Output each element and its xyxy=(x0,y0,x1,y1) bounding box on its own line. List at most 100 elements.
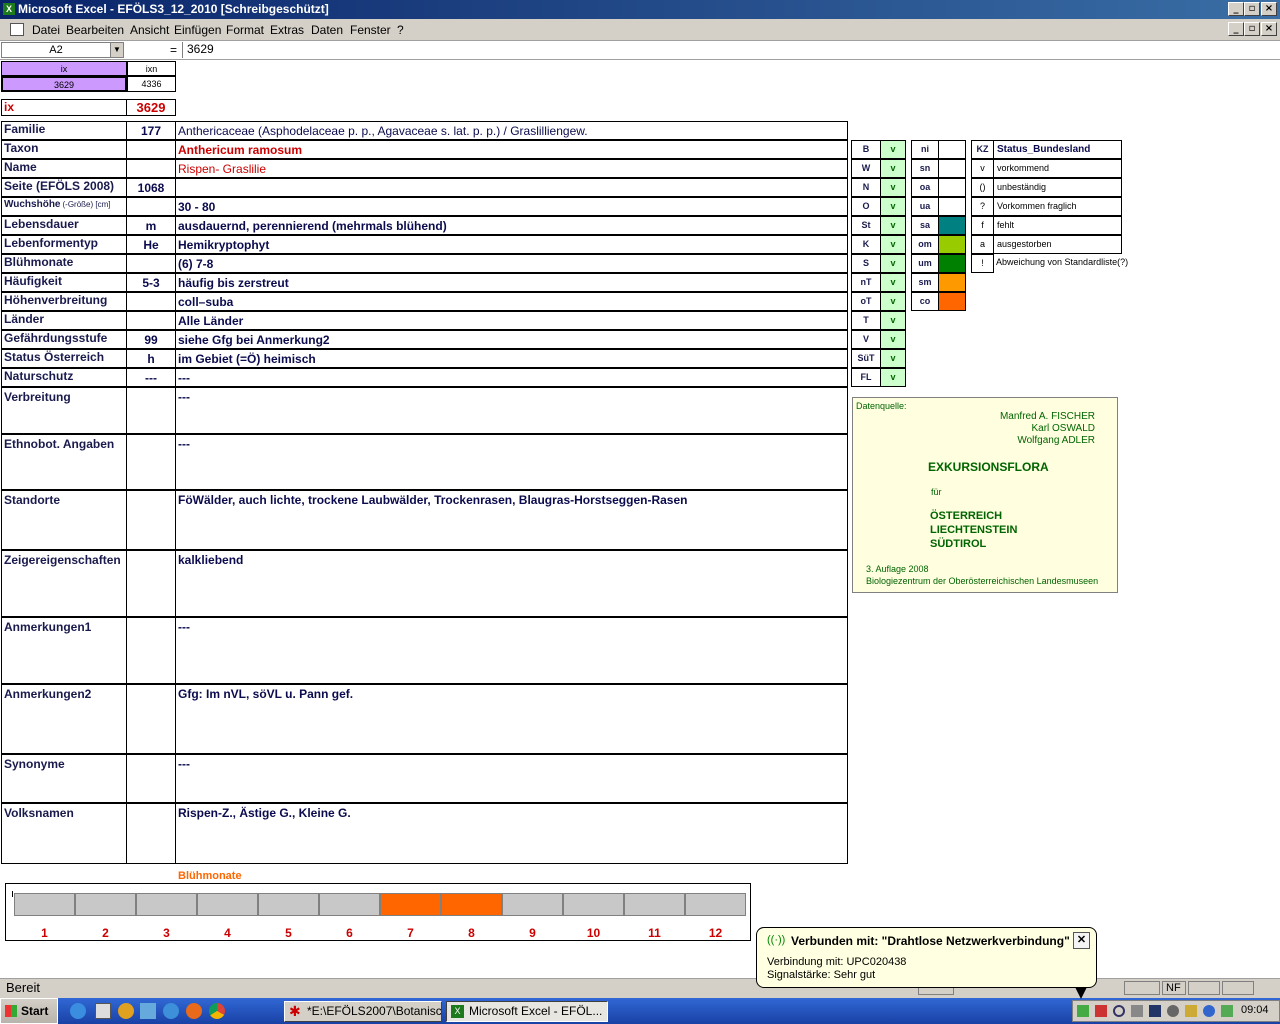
row-label[interactable]: Gefährdungsstufe xyxy=(1,330,127,349)
state-key[interactable]: S xyxy=(851,254,881,273)
sheet-icon[interactable] xyxy=(10,23,24,36)
state-value[interactable]: v xyxy=(880,273,906,292)
state-key[interactable]: T xyxy=(851,311,881,330)
row-value[interactable]: Alle Länder xyxy=(175,311,848,330)
row-label[interactable]: Wuchshöhe (-Größe) [cm] xyxy=(1,197,127,216)
altitude-color[interactable] xyxy=(938,273,966,292)
row-value[interactable] xyxy=(175,178,848,197)
messenger-quicklaunch-icon[interactable] xyxy=(140,1003,156,1019)
close-button[interactable]: × xyxy=(1261,2,1277,16)
row-code[interactable]: 5-3 xyxy=(126,273,176,292)
doc-restore-button[interactable]: ▫ xyxy=(1244,22,1260,36)
tall-row-value[interactable]: Gfg: Im nVL, söVL u. Pann gef. xyxy=(175,684,848,754)
row-value[interactable]: Anthericum ramosum xyxy=(175,140,848,159)
altitude-key[interactable]: um xyxy=(911,254,939,273)
state-value[interactable]: v xyxy=(880,216,906,235)
row-value[interactable]: häufig bis zerstreut xyxy=(175,273,848,292)
row-label[interactable]: Blühmonate xyxy=(1,254,127,273)
row-code[interactable] xyxy=(126,140,176,159)
row-code[interactable]: m xyxy=(126,216,176,235)
tall-row-label[interactable]: Standorte xyxy=(1,490,127,550)
state-key[interactable]: N xyxy=(851,178,881,197)
shield-icon[interactable] xyxy=(1095,1005,1107,1017)
altitude-key[interactable]: co xyxy=(911,292,939,311)
ix-big-value[interactable]: 3629 xyxy=(126,99,176,116)
ix-value-cell[interactable]: 3629 xyxy=(1,76,127,92)
state-value[interactable]: v xyxy=(880,178,906,197)
tall-row-value[interactable]: --- xyxy=(175,387,848,434)
row-label[interactable]: Lebensdauer xyxy=(1,216,127,235)
ix-header[interactable]: ix xyxy=(1,61,127,76)
state-key[interactable]: K xyxy=(851,235,881,254)
row-value[interactable]: Hemikryptophyt xyxy=(175,235,848,254)
row-label[interactable]: Taxon xyxy=(1,140,127,159)
altitude-color[interactable] xyxy=(938,235,966,254)
media-quicklaunch-icon[interactable] xyxy=(118,1003,134,1019)
state-key[interactable]: oT xyxy=(851,292,881,311)
tall-row-code[interactable] xyxy=(126,803,176,864)
menu-datei[interactable]: Datei xyxy=(32,23,60,37)
tall-row-label[interactable]: Ethnobot. Angaben xyxy=(1,434,127,490)
row-value[interactable]: coll–suba xyxy=(175,292,848,311)
tall-row-label[interactable]: Volksnamen xyxy=(1,803,127,864)
state-key[interactable]: nT xyxy=(851,273,881,292)
row-code[interactable]: 99 xyxy=(126,330,176,349)
altitude-color[interactable] xyxy=(938,159,966,178)
state-value[interactable]: v xyxy=(880,311,906,330)
state-value[interactable]: v xyxy=(880,159,906,178)
ix-label-cell[interactable]: ix xyxy=(1,99,127,116)
row-code[interactable] xyxy=(126,311,176,330)
altitude-color[interactable] xyxy=(938,292,966,311)
task-excel[interactable]: X Microsoft Excel - EFÖL... xyxy=(446,1001,608,1022)
altitude-color[interactable] xyxy=(938,178,966,197)
state-key[interactable]: V xyxy=(851,330,881,349)
row-label[interactable]: Seite (EFÖLS 2008) xyxy=(1,178,127,197)
row-code[interactable]: h xyxy=(126,349,176,368)
altitude-color[interactable] xyxy=(938,197,966,216)
menu-bearbeiten[interactable]: Bearbeiten xyxy=(66,23,124,37)
row-value[interactable]: 30 - 80 xyxy=(175,197,848,216)
altitude-color[interactable] xyxy=(938,140,966,159)
tall-row-code[interactable] xyxy=(126,387,176,434)
state-value[interactable]: v xyxy=(880,330,906,349)
row-code[interactable] xyxy=(126,254,176,273)
volume-icon[interactable] xyxy=(1185,1005,1197,1017)
row-code[interactable]: He xyxy=(126,235,176,254)
clock[interactable]: 09:04 xyxy=(1241,1004,1269,1016)
state-value[interactable]: v xyxy=(880,368,906,387)
altitude-key[interactable]: om xyxy=(911,235,939,254)
state-value[interactable]: v xyxy=(880,197,906,216)
row-code[interactable] xyxy=(126,292,176,311)
state-value[interactable]: v xyxy=(880,235,906,254)
state-value[interactable]: v xyxy=(880,140,906,159)
ixn-value-cell[interactable]: 4336 xyxy=(127,76,176,92)
row-label[interactable]: Lebenformentyp xyxy=(1,235,127,254)
tall-row-code[interactable] xyxy=(126,434,176,490)
altitude-color[interactable] xyxy=(938,216,966,235)
state-key[interactable]: W xyxy=(851,159,881,178)
menu-ansicht[interactable]: Ansicht xyxy=(130,23,169,37)
tall-row-value[interactable]: kalkliebend xyxy=(175,550,848,617)
tall-row-value[interactable]: --- xyxy=(175,754,848,803)
ixn-header[interactable]: ixn xyxy=(127,61,176,76)
tall-row-code[interactable] xyxy=(126,754,176,803)
state-key[interactable]: St xyxy=(851,216,881,235)
tall-row-value[interactable]: --- xyxy=(175,434,848,490)
chrome-quicklaunch-icon[interactable] xyxy=(209,1003,225,1019)
menu-help[interactable]: ? xyxy=(397,23,404,37)
row-label[interactable]: Status Österreich xyxy=(1,349,127,368)
state-key[interactable]: O xyxy=(851,197,881,216)
state-value[interactable]: v xyxy=(880,292,906,311)
browser-quicklaunch-icon[interactable] xyxy=(163,1003,179,1019)
state-key[interactable]: SüT xyxy=(851,349,881,368)
tall-row-label[interactable]: Synonyme xyxy=(1,754,127,803)
tall-row-value[interactable]: FöWälder, auch lichte, trockene Laubwäld… xyxy=(175,490,848,550)
network-icon[interactable] xyxy=(1077,1005,1089,1017)
menu-format[interactable]: Format xyxy=(226,23,264,37)
tall-row-label[interactable]: Anmerkungen2 xyxy=(1,684,127,754)
row-label[interactable]: Familie xyxy=(1,121,127,140)
row-value[interactable]: (6) 7-8 xyxy=(175,254,848,273)
row-label[interactable]: Name xyxy=(1,159,127,178)
tall-row-code[interactable] xyxy=(126,617,176,684)
altitude-key[interactable]: ua xyxy=(911,197,939,216)
